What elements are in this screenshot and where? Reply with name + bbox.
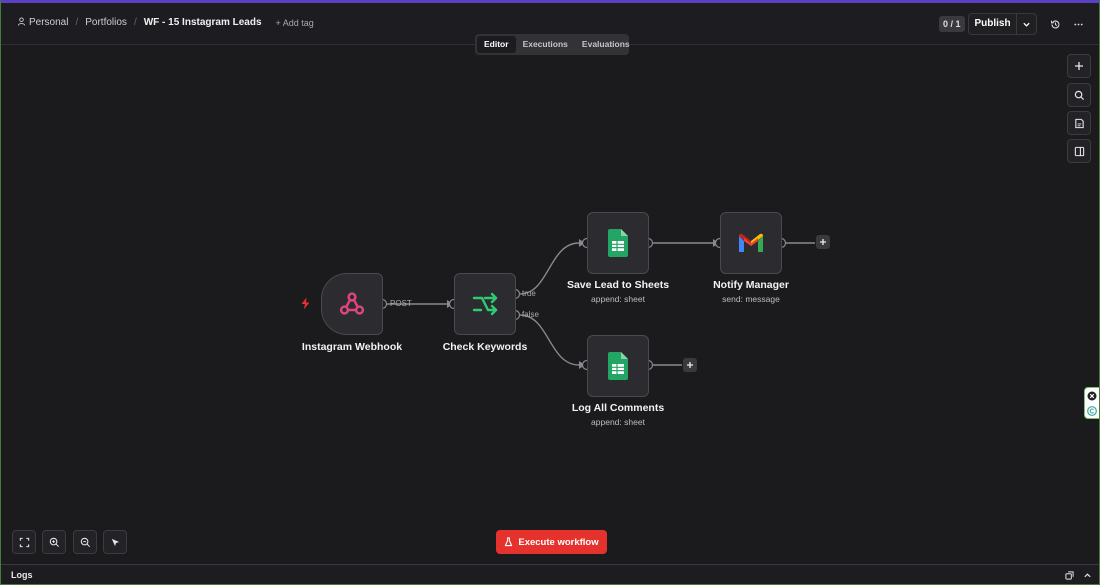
plus-icon: [820, 239, 826, 245]
webhook-icon: [339, 292, 365, 315]
tab-executions[interactable]: Executions: [516, 36, 575, 53]
edge-false-to-log: [519, 314, 580, 366]
sticky-note-button[interactable]: [1067, 111, 1091, 135]
node-check-keywords[interactable]: [454, 273, 516, 335]
node-label-check-keywords: Check Keywords: [442, 341, 528, 353]
search-icon: [1074, 90, 1084, 100]
view-tabs: Editor Executions Evaluations: [475, 34, 630, 55]
node-subtitle-log-all-comments: append: sheet: [591, 417, 645, 427]
node-save-lead-to-sheets[interactable]: [587, 212, 649, 274]
node-subtitle-notify-manager: send: message: [722, 294, 780, 304]
node-log-all-comments[interactable]: [587, 335, 649, 397]
search-nodes-button[interactable]: [1067, 83, 1091, 107]
connections-layer: [376, 237, 815, 371]
add-node-after-log-button[interactable]: [683, 358, 697, 372]
workflow-editor-window: Personal / Portfolios / WF - 15 Instagra…: [0, 0, 1100, 585]
logs-label: Logs: [11, 570, 33, 580]
tab-evaluations[interactable]: Evaluations: [575, 36, 637, 53]
google-sheets-icon: [608, 229, 628, 257]
node-notify-manager[interactable]: [720, 212, 782, 274]
chevron-up-icon[interactable]: [1083, 571, 1092, 580]
gmail-icon: [739, 233, 763, 252]
logs-panel-bar[interactable]: Logs: [1, 564, 1099, 584]
node-instagram-webhook[interactable]: [321, 273, 383, 335]
panel-right-icon: [1074, 146, 1084, 156]
add-node-after-notify-button[interactable]: [816, 235, 830, 249]
zoom-in-button[interactable]: [42, 530, 66, 554]
fit-view-icon: [19, 537, 29, 547]
fit-view-button[interactable]: [12, 530, 36, 554]
tab-editor[interactable]: Editor: [477, 36, 516, 53]
node-label-log-all-comments: Log All Comments: [571, 402, 665, 414]
add-node-button[interactable]: [1067, 54, 1091, 78]
widget-logo-icon: [1087, 405, 1097, 416]
zoom-in-icon: [49, 537, 59, 547]
edge-label-false: false: [522, 310, 539, 319]
toggle-panel-button[interactable]: [1067, 139, 1091, 163]
close-icon[interactable]: [1087, 391, 1097, 401]
trigger-bolt-icon: [301, 297, 310, 310]
flask-icon: [504, 537, 513, 547]
plus-icon: [687, 362, 693, 368]
google-sheets-icon: [608, 352, 628, 380]
sticky-note-icon: [1074, 118, 1084, 128]
cursor-icon: [111, 538, 119, 546]
side-floating-widget[interactable]: [1084, 387, 1099, 419]
execute-workflow-button[interactable]: Execute workflow: [496, 530, 607, 554]
zoom-out-icon: [80, 537, 90, 547]
zoom-out-button[interactable]: [73, 530, 97, 554]
if-branch-icon: [472, 292, 498, 316]
pop-out-icon[interactable]: [1065, 571, 1074, 580]
tidy-up-button[interactable]: [103, 530, 127, 554]
execute-workflow-label: Execute workflow: [518, 536, 599, 548]
plus-icon: [1075, 62, 1083, 70]
edge-label-true: true: [522, 289, 536, 298]
edge-label-post: POST: [390, 299, 412, 308]
node-label-notify-manager: Notify Manager: [713, 279, 789, 291]
